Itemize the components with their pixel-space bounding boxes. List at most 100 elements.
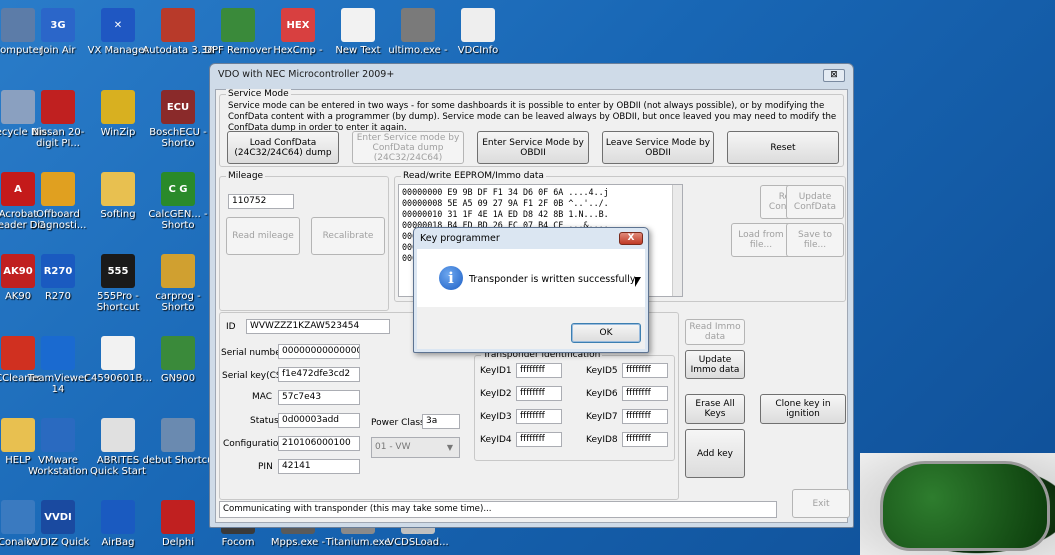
info-icon: i (439, 266, 463, 290)
dialog-close-button[interactable]: X (619, 232, 643, 245)
pcb-board (880, 461, 1050, 551)
pin-label: PIN (258, 462, 273, 472)
desktop-icon-label: GN900 (160, 373, 196, 384)
desktop-icon[interactable]: debut Shortcu (142, 418, 214, 466)
skc-field[interactable]: f1e472dfe3cd2 (278, 367, 360, 382)
key-id-label: KeyID2 (480, 389, 512, 399)
desktop-app-icon (101, 336, 135, 370)
desktop-icon-label: carprog - Shorto (155, 291, 201, 313)
key-id-label: KeyID6 (586, 389, 618, 399)
mac-label: MAC (252, 392, 273, 402)
serial-field[interactable]: 00000000000000 (278, 344, 360, 359)
reset-button[interactable]: Reset (727, 131, 839, 164)
key-id-field[interactable]: ffffffff (516, 386, 562, 401)
config-field[interactable]: 210106000100 (278, 436, 360, 451)
status-field[interactable]: 0d00003add (278, 413, 360, 428)
desktop-app-icon (161, 336, 195, 370)
erase-all-keys-button[interactable]: Erase All Keys (685, 394, 745, 424)
exit-button[interactable]: Exit (792, 489, 850, 518)
serial-label: Serial number (221, 348, 285, 358)
desktop-app-icon (101, 90, 135, 124)
service-mode-description: Service mode can be entered in two ways … (228, 101, 837, 133)
desktop-app-icon (101, 418, 135, 452)
ok-button[interactable]: OK (571, 323, 641, 343)
window-title: VDO with NEC Microcontroller 2009+ (218, 69, 395, 80)
enter-service-obd-button[interactable]: Enter Service Mode by OBDII (477, 131, 589, 164)
desktop-app-icon (41, 90, 75, 124)
update-confdata-button[interactable]: Update ConfData (786, 185, 844, 219)
key-id-label: KeyID3 (480, 412, 512, 422)
hex-scrollbar[interactable] (672, 185, 682, 296)
desktop-app-icon (101, 172, 135, 206)
desktop-icon[interactable]: ECU BoschECU - Shorto (142, 90, 214, 149)
brand-select-value: 01 - VW (375, 442, 411, 452)
status-label: Status (250, 416, 279, 426)
desktop-app-icon (161, 254, 195, 288)
enter-service-dump-button[interactable]: Enter Service mode by ConfData dump (24C… (352, 131, 464, 164)
desktop-app-icon (101, 500, 135, 534)
eeprom-legend: Read/write EEPROM/Immo data (401, 171, 546, 181)
brand-select[interactable]: 01 - VW ▼ (371, 437, 460, 458)
desktop-icon[interactable]: C G CalcGEN... - Shorto (142, 172, 214, 231)
mac-field[interactable]: 57c7e43 (278, 390, 360, 405)
key-id-label: KeyID4 (480, 435, 512, 445)
desktop-app-icon: C G (161, 172, 195, 206)
desktop-icon-label: CalcGEN... - Shorto (148, 209, 208, 231)
desktop-app-icon (41, 336, 75, 370)
load-from-file-button[interactable]: Load from file... (731, 223, 791, 257)
chevron-down-icon: ▼ (446, 443, 453, 452)
add-key-button[interactable]: Add key (685, 429, 745, 478)
key-id-field[interactable]: ffffffff (622, 432, 668, 447)
desktop-app-icon: HEX (281, 8, 315, 42)
service-mode-group: Service Mode Service mode can be entered… (219, 89, 844, 167)
power-class-field[interactable]: 3a (422, 414, 460, 429)
dialog-message: Transponder is written successfully. (469, 274, 638, 285)
key-id-field[interactable]: ffffffff (516, 432, 562, 447)
dialog-footer: OK (417, 307, 645, 349)
key-id-field[interactable]: ffffffff (622, 386, 668, 401)
desktop-icon[interactable]: GN900 (142, 336, 214, 384)
hex-line: 00000000 E9 9B DF F1 34 D6 0F 6A ....4..… (402, 187, 609, 197)
key-id-label: KeyID1 (480, 366, 512, 376)
desktop-icon[interactable]: VDCInfo (442, 8, 514, 56)
read-mileage-button[interactable]: Read mileage (226, 217, 300, 255)
key-id-field[interactable]: ffffffff (622, 409, 668, 424)
desktop-app-icon: 555 (101, 254, 135, 288)
dashboard-pcb-photo (860, 453, 1055, 555)
mouse-cursor-icon (635, 277, 641, 287)
leave-service-obd-button[interactable]: Leave Service Mode by OBDII (602, 131, 714, 164)
dialog-title: Key programmer (420, 233, 500, 244)
key-id-label: KeyID5 (586, 366, 618, 376)
dialog-body: i Transponder is written successfully. (417, 249, 645, 307)
desktop-app-icon (41, 418, 75, 452)
mileage-legend: Mileage (226, 171, 266, 181)
key-id-field[interactable]: ffffffff (516, 409, 562, 424)
mileage-group: Mileage 110752 Read mileage Recalibrate (219, 171, 389, 311)
skc-label: Serial key(CS) (222, 371, 286, 381)
desktop-app-icon (161, 500, 195, 534)
desktop-app-icon: 3G (41, 8, 75, 42)
desktop-icon-label: BoschECU - Shorto (149, 127, 207, 149)
desktop-icon-label: debut Shortcu (142, 455, 214, 466)
id-label: ID (226, 322, 236, 332)
desktop-icon[interactable]: carprog - Shorto (142, 254, 214, 313)
desktop-app-icon (401, 8, 435, 42)
save-to-file-button[interactable]: Save to file... (786, 223, 844, 257)
mileage-field[interactable]: 110752 (228, 194, 294, 209)
key-id-field[interactable]: ffffffff (516, 363, 562, 378)
load-confdata-button[interactable]: Load ConfData (24C32/24C64) dump (227, 131, 339, 164)
update-immo-button[interactable]: Update Immo data (685, 350, 745, 379)
key-id-field[interactable]: ffffffff (622, 363, 668, 378)
service-mode-legend: Service Mode (226, 89, 291, 99)
power-class-label: Power Class (371, 418, 425, 428)
id-field[interactable]: WVWZZZ1KZAW523454 (246, 319, 390, 334)
desktop-app-icon (161, 8, 195, 42)
read-immo-button[interactable]: Read Immo data (685, 319, 745, 345)
clone-key-button[interactable]: Clone key in ignition (760, 394, 846, 424)
desktop-app-icon (41, 172, 75, 206)
desktop-app-icon (341, 8, 375, 42)
desktop-app-icon: ECU (161, 90, 195, 124)
window-close-button[interactable]: ⊠ (823, 69, 845, 82)
pin-field[interactable]: 42141 (278, 459, 360, 474)
recalibrate-button[interactable]: Recalibrate (311, 217, 385, 255)
